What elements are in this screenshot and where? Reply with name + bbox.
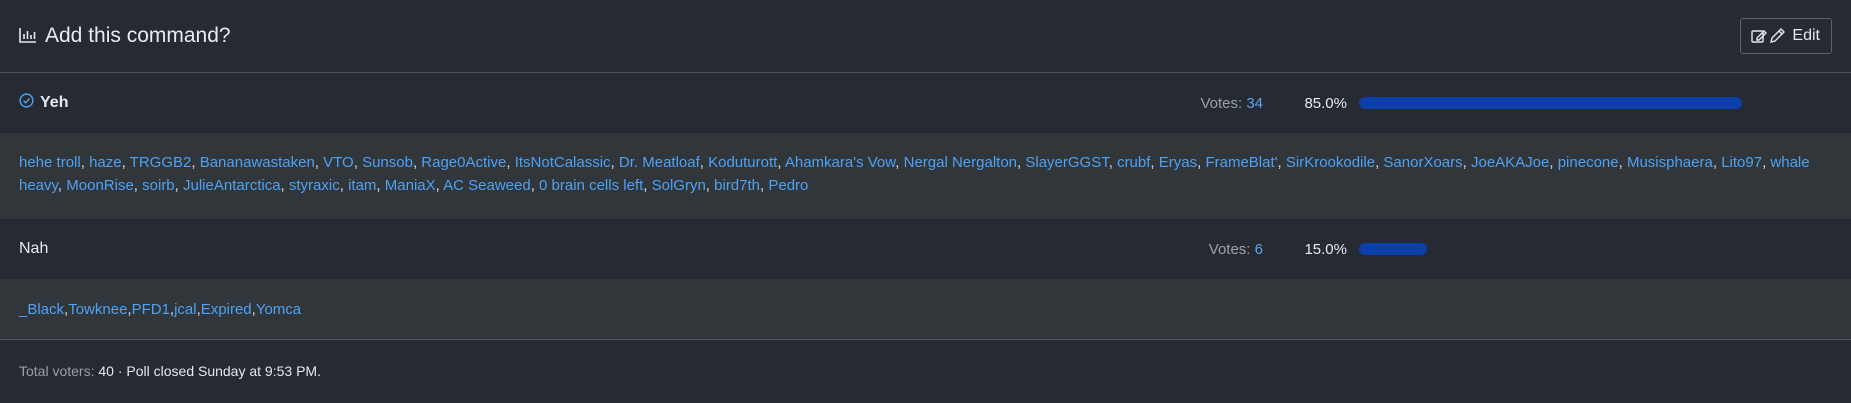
voter-link[interactable]: SolGryn <box>652 177 706 194</box>
poll-header: Add this command? Edit <box>0 0 1851 73</box>
votes-label: Votes: <box>1200 94 1243 112</box>
poll-block: Add this command? Edit Yeh Votes: 34 85.… <box>0 0 1851 403</box>
voter-list: _Black, Towknee, PFD1, jcal, Expired, Yo… <box>0 279 1851 339</box>
voter-link[interactable]: Musisphaera <box>1627 154 1713 171</box>
total-voters-label: Total voters: <box>19 363 95 379</box>
voter-link[interactable]: Expired <box>201 298 252 321</box>
check-circle-icon <box>19 93 34 113</box>
voter-link[interactable]: Towknee <box>68 298 127 321</box>
voter-link[interactable]: hehe troll <box>19 154 81 171</box>
voter-link[interactable]: JulieAntarctica <box>183 177 281 194</box>
votes-number[interactable]: 6 <box>1255 241 1263 258</box>
option-label-text: Yeh <box>40 94 69 111</box>
voter-link[interactable]: itam <box>348 177 376 194</box>
edit-button-label: Edit <box>1792 27 1820 44</box>
voter-link[interactable]: AC Seaweed <box>443 177 531 194</box>
vote-bar-fill <box>1359 243 1427 255</box>
vote-percent: 15.0% <box>1304 240 1347 258</box>
voter-link[interactable]: Koduturott <box>708 154 777 171</box>
votes-label: Votes: <box>1208 240 1251 258</box>
voter-link[interactable]: Yomca <box>256 298 301 321</box>
voter-link[interactable]: JoeAKAJoe <box>1471 154 1549 171</box>
option-label-text: Nah <box>19 240 49 257</box>
voter-link[interactable]: haze <box>89 154 122 171</box>
voter-link[interactable]: styraxic <box>289 177 340 194</box>
bar-chart-icon <box>19 27 39 45</box>
vote-percent: 85.0% <box>1304 94 1347 112</box>
voter-link[interactable]: _Black <box>19 298 64 321</box>
poll-footer: Total voters: 40 · Poll closed Sunday at… <box>0 339 1851 402</box>
edit-button[interactable]: Edit <box>1740 18 1832 54</box>
voter-link[interactable]: TRGGB2 <box>130 154 192 171</box>
voter-link[interactable]: crubf <box>1117 154 1150 171</box>
poll-closed-text: · Poll closed Sunday at 9:53 PM. <box>117 363 321 379</box>
vote-bar-fill <box>1359 97 1742 109</box>
voter-link[interactable]: Bananawastaken <box>200 154 315 171</box>
voter-link[interactable]: Lito97 <box>1721 154 1762 171</box>
option-stats: Votes: 6 15.0% <box>1209 241 1832 258</box>
voter-link[interactable]: SanorXoars <box>1383 154 1462 171</box>
option-label: Nah <box>19 240 48 258</box>
voter-link[interactable]: Nergal Nergalton <box>904 154 1017 171</box>
voter-link[interactable]: MoonRise <box>66 177 134 194</box>
voter-link[interactable]: Pedro <box>768 177 808 194</box>
voter-link[interactable]: Sunsob <box>362 154 413 171</box>
voter-link[interactable]: VTO <box>323 154 354 171</box>
votes-number[interactable]: 34 <box>1246 95 1263 112</box>
total-voters-count: 40 <box>98 363 114 379</box>
voter-link[interactable]: SirKrookodile <box>1286 154 1375 171</box>
edit-icon <box>1751 28 1787 44</box>
poll-option-nah: Nah Votes: 6 15.0% <box>0 219 1851 279</box>
voter-link[interactable]: Ahamkara's Vow <box>785 154 895 171</box>
voter-link[interactable]: 0 brain cells left <box>539 177 643 194</box>
votes-count[interactable]: Votes: 34 <box>1200 95 1263 112</box>
option-stats: Votes: 34 85.0% <box>1200 95 1832 112</box>
option-label: Yeh <box>19 93 68 113</box>
voter-link[interactable]: Dr. Meatloaf <box>619 154 700 171</box>
votes-count[interactable]: Votes: 6 <box>1209 241 1263 258</box>
voter-link[interactable]: SlayerGGST <box>1025 154 1108 171</box>
voter-link[interactable]: jcal <box>174 298 197 321</box>
poll-option-yeh: Yeh Votes: 34 85.0% <box>0 73 1851 133</box>
vote-bar <box>1359 243 1829 255</box>
voter-link[interactable]: PFD1 <box>132 298 170 321</box>
voter-link[interactable]: ManiaX <box>385 177 436 194</box>
voter-list: hehe troll, haze, TRGGB2, Bananawastaken… <box>0 133 1851 219</box>
voter-link[interactable]: Rage0Active <box>421 154 506 171</box>
poll-title: Add this command? <box>19 24 231 48</box>
voter-link[interactable]: bird7th <box>714 177 760 194</box>
poll-title-text: Add this command? <box>45 24 231 47</box>
vote-bar <box>1359 97 1829 109</box>
voter-link[interactable]: FrameBlat' <box>1205 154 1277 171</box>
voter-link[interactable]: Eryas <box>1159 154 1197 171</box>
voter-link[interactable]: soirb <box>142 177 175 194</box>
voter-link[interactable]: ItsNotCalassic <box>515 154 611 171</box>
voter-link[interactable]: pinecone <box>1558 154 1619 171</box>
